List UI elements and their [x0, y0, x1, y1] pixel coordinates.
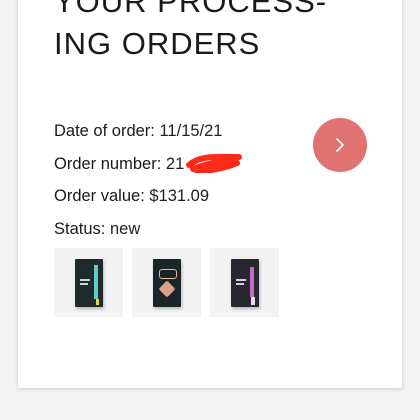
product-box-2: [152, 258, 181, 307]
chevron-right-icon: [336, 138, 344, 152]
order-value-amount: $131.09: [149, 187, 210, 205]
order-number-label: Order number:: [54, 154, 162, 173]
order-number-value: 21: [165, 154, 185, 173]
order-card: YOUR PROCESS- ING ORDERS Date of order: …: [18, 0, 402, 388]
order-status-row: Status: new: [54, 218, 243, 251]
redaction-scribble: [185, 153, 242, 174]
order-date-row: Date of order: 11/15/21: [54, 120, 243, 153]
order-value-row: Order value: $131.09: [54, 185, 243, 218]
product-thumbnail-1[interactable]: [54, 248, 123, 317]
order-status-value: new: [109, 219, 141, 238]
order-status-label: Status:: [54, 219, 106, 238]
page-title-line-2: ING ORDERS: [54, 26, 261, 61]
product-box-3: [230, 258, 259, 307]
product-thumbnail-3[interactable]: [210, 248, 279, 317]
order-details-button[interactable]: [313, 118, 367, 172]
product-thumbnail-2[interactable]: [132, 248, 201, 317]
product-thumbnails: [54, 248, 279, 317]
page-title-line-1: YOUR PROCESS-: [54, 0, 328, 19]
order-details: Date of order: 11/15/21 Order number: 21…: [54, 120, 243, 250]
product-box-1: [74, 258, 103, 307]
order-number-row: Order number: 21: [54, 153, 243, 186]
order-value-label: Order value:: [54, 187, 145, 205]
order-date-label: Date of order:: [54, 122, 155, 140]
order-date-value: 11/15/21: [159, 122, 223, 140]
